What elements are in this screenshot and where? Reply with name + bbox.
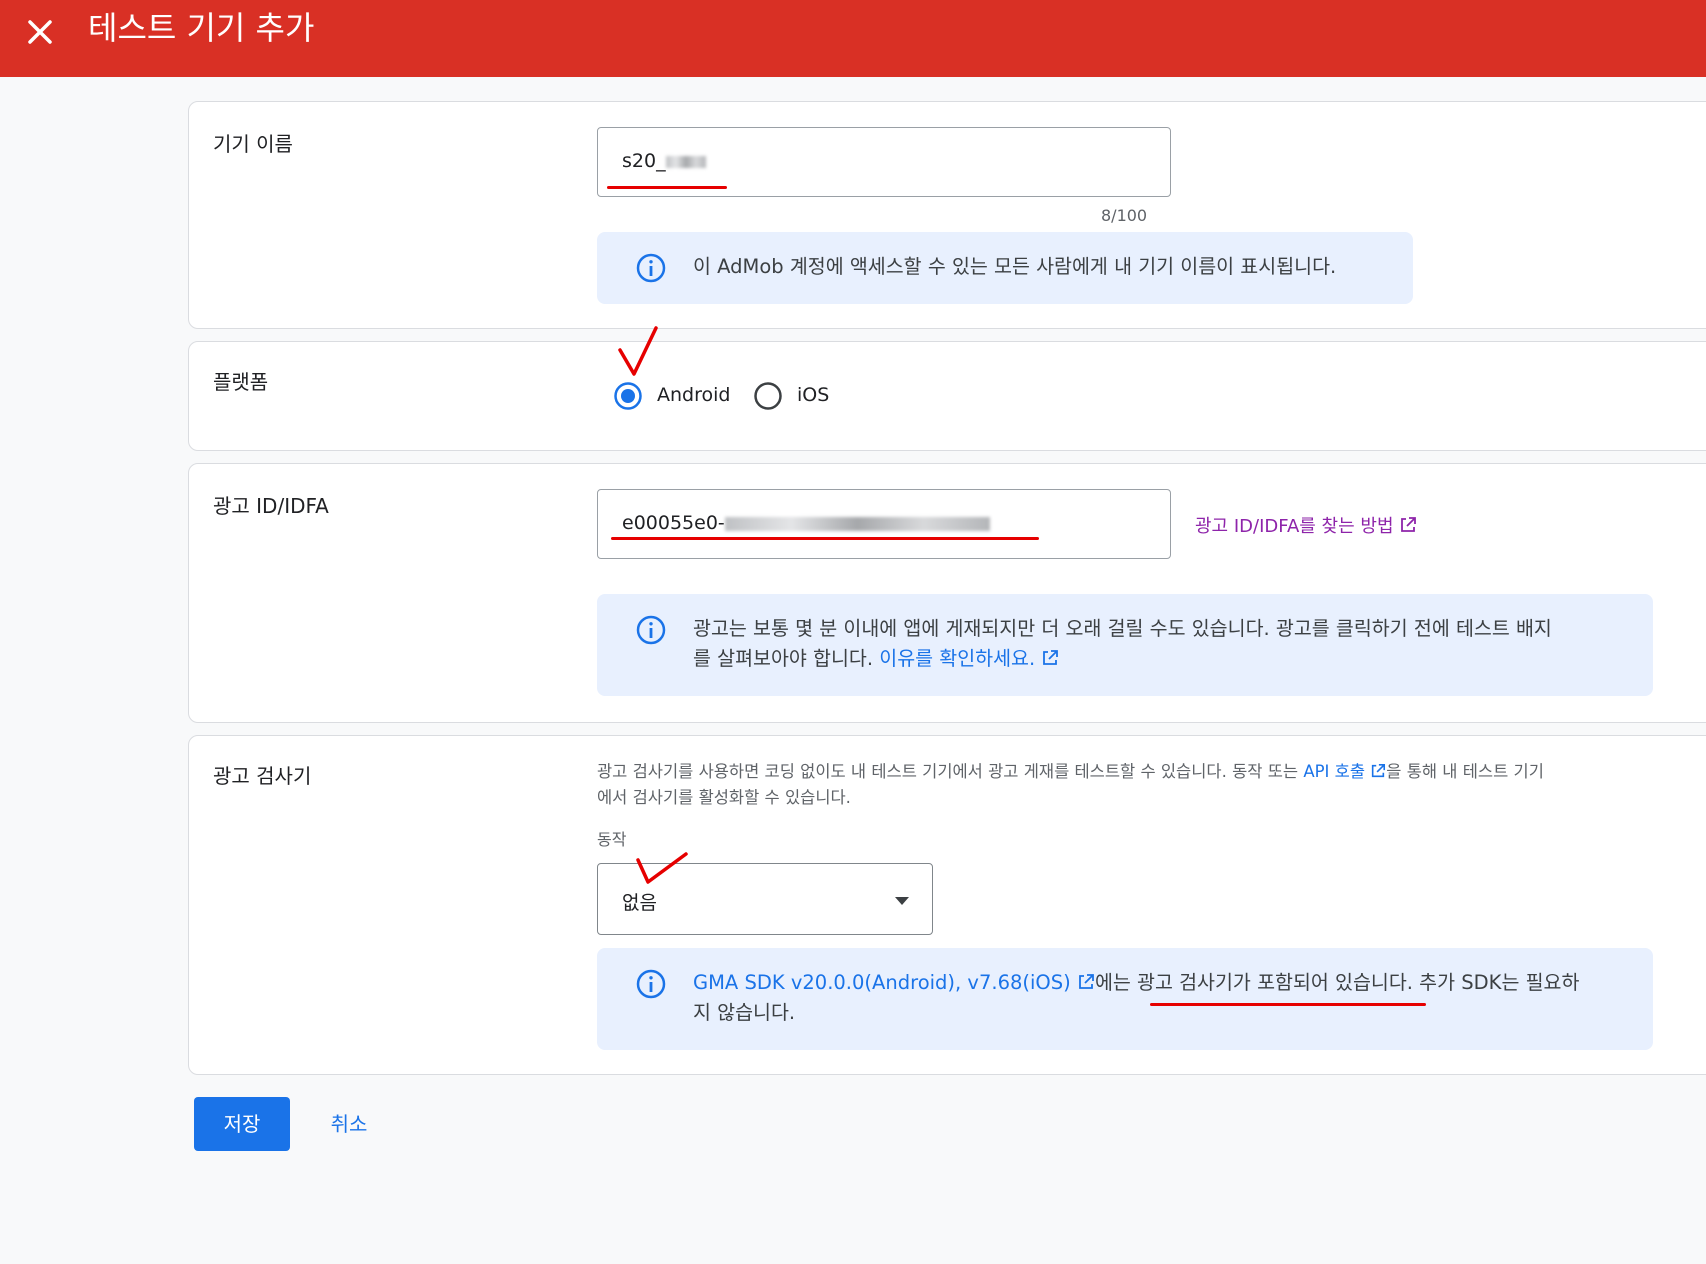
info-icon bbox=[636, 969, 666, 999]
ad-id-card: 광고 ID/IDFA e00055e0- 광고 ID/IDFA를 찾는 방법 광… bbox=[188, 463, 1706, 723]
ad-id-label: 광고 ID/IDFA bbox=[213, 494, 329, 518]
external-link-icon bbox=[1372, 763, 1386, 778]
info-text: 광고는 보통 몇 분 이내에 앱에 게재되지만 더 오래 걸릴 수도 있습니다.… bbox=[693, 617, 1552, 670]
action-select-value: 없음 bbox=[622, 892, 657, 914]
radio-ios-label[interactable]: iOS bbox=[797, 384, 829, 406]
action-label: 동작 bbox=[597, 830, 627, 849]
info-text: GMA SDK v20.0.0(Android), v7.68(iOS) 에는 … bbox=[693, 971, 1580, 1024]
device-name-card: 기기 이름 s20_ 8/100 이 AdMob 계정에 액세스할 수 있는 모… bbox=[188, 101, 1706, 329]
device-name-label: 기기 이름 bbox=[213, 132, 293, 156]
ad-inspector-info: GMA SDK v20.0.0(Android), v7.68(iOS) 에는 … bbox=[597, 948, 1653, 1050]
gma-sdk-link[interactable]: GMA SDK v20.0.0(Android), v7.68(iOS) bbox=[693, 971, 1071, 994]
device-name-info: 이 AdMob 계정에 액세스할 수 있는 모든 사람에게 내 기기 이름이 표… bbox=[597, 232, 1413, 304]
redacted-text bbox=[665, 155, 706, 168]
annotation-underline bbox=[1150, 1003, 1426, 1006]
ad-id-value: e00055e0- bbox=[622, 512, 725, 534]
learn-why-link[interactable]: 이유를 확인하세요. bbox=[879, 647, 1035, 670]
ad-inspector-card: 광고 검사기 광고 검사기를 사용하면 코딩 없이도 내 테스트 기기에서 광고… bbox=[188, 735, 1706, 1075]
external-link-icon bbox=[1043, 650, 1059, 665]
annotation-checkmark bbox=[636, 852, 688, 884]
platform-label: 플랫폼 bbox=[213, 370, 269, 394]
page-title: 테스트 기기 추가 bbox=[88, 9, 315, 47]
ad-id-input[interactable]: e00055e0- bbox=[597, 489, 1171, 559]
annotation-checkmark bbox=[618, 326, 658, 376]
redacted-text bbox=[724, 516, 990, 531]
char-counter: 8/100 bbox=[1101, 206, 1148, 225]
radio-android[interactable] bbox=[613, 381, 643, 411]
info-icon bbox=[636, 253, 666, 283]
find-ad-id-link[interactable]: 광고 ID/IDFA를 찾는 방법 bbox=[1195, 512, 1417, 538]
close-icon[interactable] bbox=[22, 14, 58, 50]
info-text: 이 AdMob 계정에 액세스할 수 있는 모든 사람에게 내 기기 이름이 표… bbox=[693, 255, 1337, 278]
external-link-icon bbox=[1079, 974, 1094, 989]
external-link-icon bbox=[1401, 517, 1417, 532]
annotation-underline bbox=[611, 537, 1039, 540]
info-icon bbox=[636, 615, 666, 645]
api-call-link[interactable]: API 호출 bbox=[1303, 762, 1365, 781]
radio-ios[interactable] bbox=[753, 381, 783, 411]
top-app-bar: 테스트 기기 추가 bbox=[0, 0, 1706, 77]
radio-android-label[interactable]: Android bbox=[657, 384, 730, 406]
device-name-value: s20_ bbox=[622, 150, 666, 172]
ad-id-info: 광고는 보통 몇 분 이내에 앱에 게재되지만 더 오래 걸릴 수도 있습니다.… bbox=[597, 594, 1653, 696]
chevron-down-icon bbox=[895, 897, 909, 905]
annotation-underline bbox=[607, 186, 727, 189]
ad-inspector-label: 광고 검사기 bbox=[213, 764, 312, 788]
save-button[interactable]: 저장 bbox=[194, 1097, 290, 1151]
find-ad-id-link-text[interactable]: 광고 ID/IDFA를 찾는 방법 bbox=[1195, 516, 1394, 537]
platform-card: 플랫폼 Android iOS bbox=[188, 341, 1706, 451]
cancel-button[interactable]: 취소 bbox=[312, 1097, 386, 1151]
ad-inspector-helper: 광고 검사기를 사용하면 코딩 없이도 내 테스트 기기에서 광고 게재를 테스… bbox=[597, 762, 1544, 807]
